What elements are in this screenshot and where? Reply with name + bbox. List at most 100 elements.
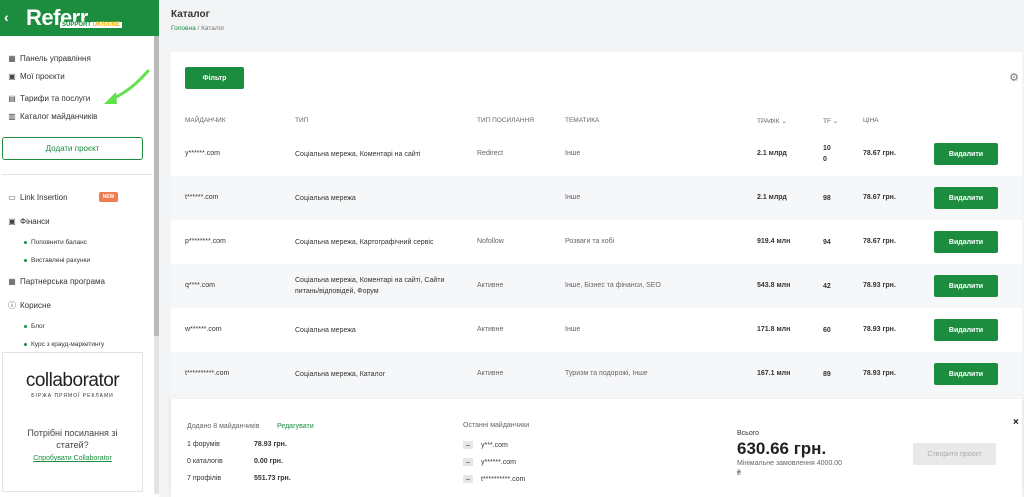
table-row[interactable]: t******.com Соціальна мережа Інше 2.1 млрд 9… xyxy=(171,176,1022,220)
cell-topic: Інше xyxy=(565,326,581,333)
remove-icon[interactable] xyxy=(463,441,473,449)
delete-button[interactable]: Видалити xyxy=(934,187,998,209)
cell-link-type: Nofollow xyxy=(477,238,504,245)
recent-item-label: t**********.com xyxy=(481,475,526,483)
summary-line-value: 0.00 грн. xyxy=(254,458,283,465)
table-row[interactable]: q****.com Соціальна мережа, Коментарі на … xyxy=(171,264,1022,308)
cell-traffic: 2.1 млрд xyxy=(757,194,787,201)
cell-type: Соціальна мережа xyxy=(295,326,356,334)
breadcrumb-current: Каталог xyxy=(201,25,225,32)
cell-traffic: 2.1 млрд xyxy=(757,150,787,157)
sidebar-subitem-label: Виставлені рахунки xyxy=(31,256,91,264)
add-project-button[interactable]: Додати проєкт xyxy=(2,137,143,160)
sidebar-item-partner[interactable]: ▦ Партнерська програма xyxy=(0,269,159,293)
table-row[interactable]: t**********.com Соціальна мережа, Каталог… xyxy=(171,352,1022,396)
cell-type: Соціальна мережа, Коментарі на сайті xyxy=(295,150,421,158)
edit-link[interactable]: Редагувати xyxy=(277,423,314,430)
logo-subtitle: SUPPORT UKRAINE xyxy=(60,22,123,28)
cell-site[interactable]: q****.com xyxy=(185,282,215,289)
sidebar-subitem-invoices[interactable]: Виставлені рахунки xyxy=(0,251,159,269)
link-icon: ▭ xyxy=(8,192,16,202)
delete-button[interactable]: Видалити xyxy=(934,143,998,165)
page-title: Каталог xyxy=(171,9,210,20)
sidebar-subitem-blog[interactable]: Блог xyxy=(0,317,159,335)
collaborator-promo: collaborator БІРЖА ПРЯМОЇ РЕКЛАМИ Потріб… xyxy=(2,352,143,492)
cell-topic: Інше, Бізнес та фінанси, SEO xyxy=(565,282,661,289)
bullet-icon xyxy=(24,342,27,346)
column-header-site[interactable]: МАЙДАНЧИК xyxy=(185,117,226,124)
table-row[interactable]: p********.com Соціальна мережа, Картограф… xyxy=(171,220,1022,264)
new-badge: NEW xyxy=(98,192,119,202)
collaborator-tagline: БІРЖА ПРЯМОЇ РЕКЛАМИ xyxy=(31,393,114,399)
column-header-topic[interactable]: ТЕМАТИКА xyxy=(565,117,599,124)
column-header-link-type[interactable]: ТИП ПОСИЛАННЯ xyxy=(477,117,534,124)
remove-icon[interactable] xyxy=(463,458,473,466)
cell-site[interactable]: t**********.com xyxy=(185,370,229,377)
cell-type: Соціальна мережа xyxy=(295,194,356,202)
cell-site[interactable]: t******.com xyxy=(185,194,218,201)
main-content: Каталог Головна / Каталог Фільтр ⚙ МАЙДА… xyxy=(159,0,1024,497)
cell-price: 78.93 грн. xyxy=(863,370,896,377)
sidebar-item-label: Панель управління xyxy=(20,53,91,63)
sidebar-item-finance[interactable]: ▣ Фінанси xyxy=(0,209,159,233)
cell-site[interactable]: y******.com xyxy=(185,150,220,157)
recent-item-label: y******.com xyxy=(481,458,517,466)
info-icon: ⓘ xyxy=(8,300,16,310)
cell-tf: 60 xyxy=(823,326,831,334)
collaborator-logo: collaborator xyxy=(25,370,120,391)
delete-button[interactable]: Видалити xyxy=(934,363,998,385)
cell-topic: Інше xyxy=(565,150,581,157)
sidebar-item-dashboard[interactable]: ▦ Панель управління xyxy=(0,49,159,67)
summary-line-value: 551.73 грн. xyxy=(254,475,291,482)
cell-tf: 42 xyxy=(823,282,831,290)
delete-button[interactable]: Видалити xyxy=(934,231,998,253)
column-header-price[interactable]: ЦІНА xyxy=(863,117,879,124)
sidebar-item-link-insertion[interactable]: ▭ Link Insertion NEW xyxy=(0,185,159,209)
cell-traffic: 919.4 млн xyxy=(757,238,791,245)
min-order-currency: ₴ xyxy=(737,470,741,477)
cell-tf: 94 xyxy=(823,238,831,246)
delete-button[interactable]: Видалити xyxy=(934,275,998,297)
create-project-button[interactable]: Створити проєкт xyxy=(913,443,996,465)
collaborator-link[interactable]: Спробувати Collaborator xyxy=(3,455,142,462)
sidebar-subitem-course[interactable]: Курс з крауд-маркетингу xyxy=(0,335,159,353)
gear-icon[interactable]: ⚙ xyxy=(1009,71,1019,84)
recent-title: Останні майданчики xyxy=(463,422,530,429)
table-row[interactable]: y******.com Соціальна мережа, Коментарі н… xyxy=(171,132,1022,176)
cell-price: 78.67 грн. xyxy=(863,238,896,245)
close-icon[interactable]: × xyxy=(1013,417,1019,428)
cell-site[interactable]: w******.com xyxy=(185,326,222,333)
cell-topic: Інше xyxy=(565,194,581,201)
column-header-tf[interactable]: TF ⌄ xyxy=(823,117,838,125)
bullet-icon xyxy=(24,324,27,328)
collaborator-question: Потрібні посилання зі статей? xyxy=(27,428,118,450)
filter-button[interactable]: Фільтр xyxy=(185,67,244,89)
column-header-type[interactable]: ТИП xyxy=(295,117,308,124)
cell-type: Соціальна мережа, Каталог xyxy=(295,370,386,378)
cell-link-type: Активне xyxy=(477,370,504,377)
recent-item: t**********.com xyxy=(463,475,525,483)
sidebar-subitem-label: Курс з крауд-маркетингу xyxy=(31,340,105,348)
chevron-left-icon[interactable]: ‹ xyxy=(4,9,9,25)
cell-traffic: 167.1 млн xyxy=(757,370,791,377)
cell-price: 78.93 грн. xyxy=(863,326,896,333)
sidebar-item-label: Мої проєкти xyxy=(20,71,65,81)
summary-line-label: 1 форумів xyxy=(187,441,220,448)
breadcrumb: Головна / Каталог xyxy=(171,25,225,32)
table-row[interactable]: w******.com Соціальна мережа Активне Інше 17… xyxy=(171,308,1022,352)
secondary-nav: ▭ Link Insertion NEW ▣ Фінанси Поповнити… xyxy=(0,175,159,353)
cell-site[interactable]: p********.com xyxy=(185,238,226,245)
total-label: Всього xyxy=(737,430,760,437)
sidebar-item-label: Фінанси xyxy=(20,216,50,226)
sidebar-item-useful[interactable]: ⓘ Корисне xyxy=(0,293,159,317)
sidebar-item-label: Корисне xyxy=(20,300,51,310)
remove-icon[interactable] xyxy=(463,475,473,483)
recent-item: y******.com xyxy=(463,458,516,466)
delete-button[interactable]: Видалити xyxy=(934,319,998,341)
sidebar-subitem-topup[interactable]: Поповнити баланс xyxy=(0,233,159,251)
breadcrumb-home-link[interactable]: Головна xyxy=(171,25,196,32)
table-header: МАЙДАНЧИК ТИП ТИП ПОСИЛАННЯ ТЕМАТИКА ТРА… xyxy=(171,110,1022,132)
cell-link-type: Redirect xyxy=(477,150,504,157)
arrow-annotation-icon xyxy=(104,69,150,104)
column-header-traffic[interactable]: ТРАФІК ⌄ xyxy=(757,117,787,125)
